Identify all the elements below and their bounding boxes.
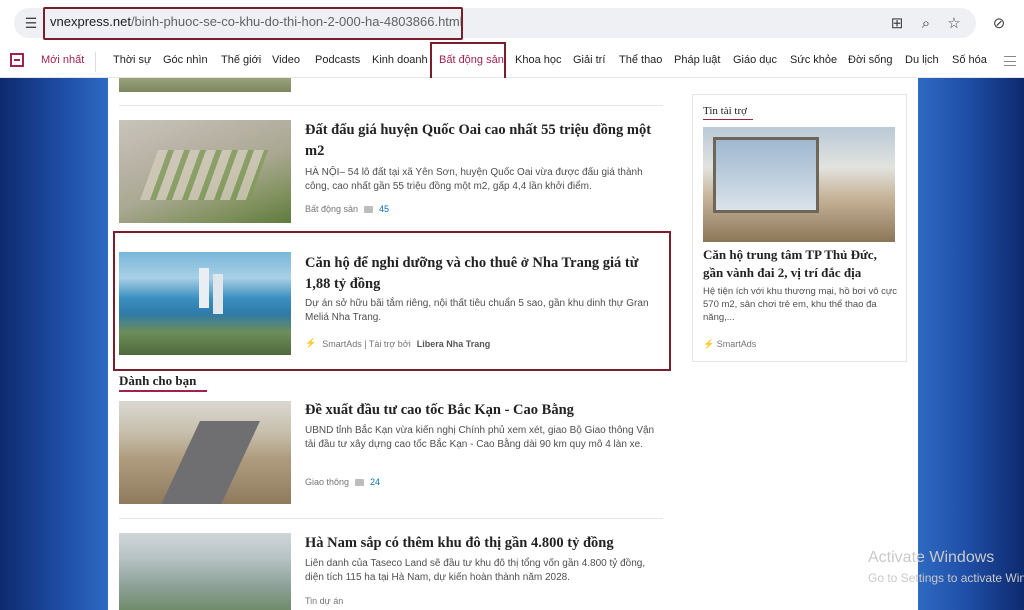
article-divider	[119, 518, 663, 519]
nav-item-world[interactable]: Thế giới	[221, 54, 261, 66]
article-description: Liên danh của Taseco Land sẽ đầu tư khu …	[305, 558, 646, 583]
article-meta: Bất động sản 45	[305, 204, 389, 214]
article-thumbnail-partial[interactable]	[119, 78, 291, 92]
sidebar-ad-source: SmartAds	[716, 339, 757, 349]
article-thumbnail[interactable]	[119, 401, 291, 504]
smartads-icon: ⚡	[305, 338, 317, 348]
windows-activation-watermark: Activate Windows Go to Settings to activ…	[868, 548, 1024, 588]
article-meta: Giao thông 24	[305, 477, 380, 487]
right-background-banner	[918, 78, 1024, 610]
nav-item-opinion[interactable]: Góc nhìn	[163, 54, 208, 66]
section-title: Dành cho bạn	[119, 373, 197, 388]
article-divider	[119, 105, 663, 106]
ad-sponsor[interactable]: Libera Nha Trang	[417, 339, 491, 349]
url-domain: vnexpress.net	[50, 14, 131, 29]
article-description: HÀ NỘI– 54 lô đất tại xã Yên Sơn, huyện …	[305, 167, 643, 192]
nav-item-travel[interactable]: Du lịch	[905, 54, 939, 66]
translate-icon[interactable]: ⊞	[887, 13, 907, 33]
main-nav: Mới nhất Thời sự Góc nhìn Thế giới Video…	[0, 44, 1024, 78]
left-background-banner	[0, 78, 108, 610]
comment-count[interactable]: 45	[379, 204, 389, 214]
site-logo-icon[interactable]	[10, 53, 24, 67]
article-title[interactable]: Đất đấu giá huyện Quốc Oai cao nhất 55 t…	[305, 120, 655, 162]
article-category[interactable]: Giao thông	[305, 477, 349, 487]
ad-description: Dự án sở hữu bãi tắm riêng, nội thất tiê…	[305, 298, 649, 323]
nav-item-entertainment[interactable]: Giải trí	[573, 54, 605, 66]
sidebar-ad-meta: ⚡ SmartAds	[703, 339, 756, 350]
browser-toolbar: ☰ vnexpress.net/binh-phuoc-se-co-khu-do-…	[0, 0, 1024, 44]
nav-item-law[interactable]: Pháp luật	[674, 54, 720, 66]
ad-prefix: SmartAds | Tài trợ bởi	[322, 338, 411, 349]
article-thumbnail[interactable]	[119, 533, 291, 610]
nav-item-life[interactable]: Đời sống	[848, 54, 893, 66]
article-meta: Tin dự án	[305, 596, 343, 606]
nav-item-health[interactable]: Sức khỏe	[790, 54, 837, 66]
article-category[interactable]: Tin dự án	[305, 596, 343, 606]
nav-item-sports[interactable]: Thể thao	[619, 54, 662, 66]
ad-thumbnail[interactable]	[119, 252, 291, 355]
bookmark-star-icon[interactable]: ☆	[944, 13, 964, 33]
nav-item-digital[interactable]: Số hóa	[952, 54, 987, 66]
section-underline	[119, 390, 207, 392]
sidebar-label-underline	[703, 119, 753, 120]
url-path: /binh-phuoc-se-co-khu-do-thi-hon-2-000-h…	[130, 14, 463, 29]
nav-item-video[interactable]: Video	[272, 54, 300, 66]
nav-item-education[interactable]: Giáo dục	[733, 54, 777, 66]
comment-count[interactable]: 24	[370, 477, 380, 487]
article-title[interactable]: Hà Nam sắp có thêm khu đô thị gần 4.800 …	[305, 533, 655, 554]
comment-icon	[355, 478, 365, 486]
extension-icon[interactable]: ⊘	[989, 13, 1009, 33]
nav-item-latest[interactable]: Mới nhất	[41, 54, 84, 66]
watermark-line-2: Go to Settings to activate Windows.	[868, 571, 1024, 585]
sidebar-ad-thumbnail[interactable]	[703, 127, 895, 242]
comment-icon	[364, 205, 374, 213]
sidebar-label: Tin tài trợ	[703, 105, 747, 117]
sidebar-ad-title[interactable]: Căn hộ trung tâm TP Thủ Đức, gần vành đa…	[703, 246, 898, 282]
nav-item-news[interactable]: Thời sự	[113, 54, 151, 66]
article-category[interactable]: Bất động sản	[305, 204, 358, 214]
sidebar-ad-description: Hệ tiện ích với khu thương mại, hồ bơi v…	[703, 286, 898, 323]
article-title[interactable]: Đề xuất đầu tư cao tốc Bắc Kạn - Cao Bằn…	[305, 400, 655, 421]
nav-item-business[interactable]: Kinh doanh	[372, 54, 428, 66]
article-thumbnail[interactable]	[119, 120, 291, 223]
ad-title[interactable]: Căn hộ để nghỉ dưỡng và cho thuê ở Nha T…	[305, 253, 655, 295]
watermark-line-1: Activate Windows	[868, 549, 995, 566]
article-description: UBND tỉnh Bắc Kạn vừa kiến nghị Chính ph…	[305, 425, 655, 450]
nav-item-podcasts[interactable]: Podcasts	[315, 54, 360, 66]
site-settings-icon[interactable]: ☰	[22, 14, 40, 32]
ad-meta: ⚡ SmartAds | Tài trợ bởi Libera Nha Tran…	[305, 338, 490, 349]
menu-icon[interactable]	[1004, 56, 1016, 66]
nav-divider	[95, 52, 96, 72]
url-text[interactable]: vnexpress.net/binh-phuoc-se-co-khu-do-th…	[50, 14, 463, 29]
nav-item-science[interactable]: Khoa học	[515, 54, 561, 66]
smartads-icon: ⚡	[703, 339, 715, 349]
nav-item-real-estate[interactable]: Bất động sản	[439, 54, 504, 66]
zoom-icon[interactable]: ⌕	[916, 13, 936, 33]
